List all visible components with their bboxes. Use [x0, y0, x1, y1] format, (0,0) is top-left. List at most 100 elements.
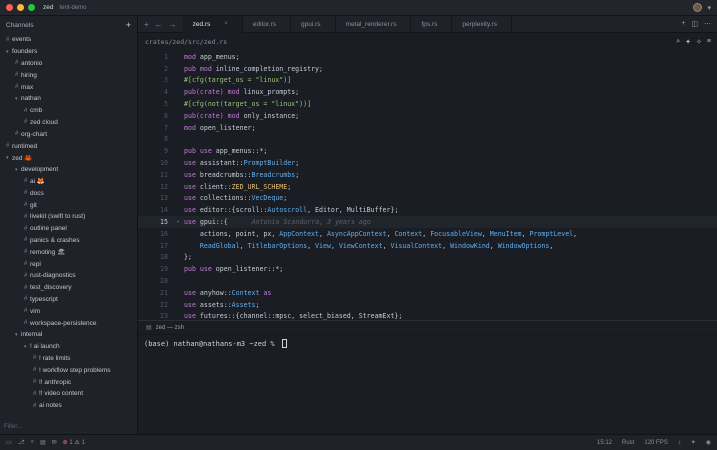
channel-item[interactable]: # max [0, 81, 137, 93]
channel-item[interactable]: # outline panel [0, 223, 137, 235]
plus-icon[interactable]: + [126, 20, 131, 30]
channel-item[interactable]: # panics & crashes [0, 235, 137, 247]
code-line[interactable]: 2 pub mod inline_completion_registry; [138, 63, 717, 75]
code-line[interactable]: 4 pub(crate) mod linux_prompts; [138, 86, 717, 98]
bell-icon[interactable]: ♪ [678, 440, 681, 446]
tab-perplexity-rs[interactable]: perplexity.rs [452, 15, 512, 33]
close-window-button[interactable] [6, 4, 13, 11]
channel-filter-input[interactable]: Filter... [4, 424, 22, 430]
git-icon[interactable]: ⎇ [18, 439, 25, 446]
code-line[interactable]: 20 [138, 275, 717, 287]
code-line[interactable]: 1 mod app_menus; [138, 51, 717, 63]
channel-item[interactable]: # runtimed [0, 140, 137, 152]
tab-metal-renderer-rs[interactable]: metal_renderer.rs [336, 15, 412, 33]
channel-item[interactable]: ▾ zed 🦀 [0, 152, 137, 164]
tab-gpui-rs[interactable]: gpui.rs [291, 15, 336, 33]
channel-item[interactable]: # livekit (swift to rust) [0, 211, 137, 223]
branch-name[interactable]: tent-demo [59, 5, 86, 11]
back-icon[interactable]: ← [155, 20, 163, 29]
channel-item[interactable]: # workspace-persistence [0, 317, 137, 329]
channel-item[interactable]: # hiring [0, 69, 137, 81]
plus-icon[interactable]: + [144, 20, 149, 29]
inline-blame[interactable]: Antonio Scandurra, 3 years ago [252, 218, 371, 226]
chat-icon[interactable]: ✉ [52, 439, 57, 446]
channel-item[interactable]: # ai notes [0, 400, 137, 412]
assistant-icon[interactable]: ✦ [691, 439, 696, 446]
code-line[interactable]: 8 [138, 134, 717, 146]
code-line[interactable]: 10 use assistant::PromptBuilder; [138, 157, 717, 169]
channel-item[interactable]: # docs [0, 187, 137, 199]
channel-item[interactable]: # remoting 🏖 [0, 246, 137, 258]
collab-icon[interactable]: ◉ [706, 439, 711, 446]
channel-item[interactable]: ▾! ai launch [0, 341, 137, 353]
panel-toggle-icon[interactable]: ▭ [6, 439, 12, 446]
code-line[interactable]: 11 use breadcrumbs::Breadcrumbs; [138, 169, 717, 181]
channel-item[interactable]: # events [0, 34, 137, 46]
channel-item[interactable]: #! workflow step problems [0, 364, 137, 376]
terminal-icon[interactable]: ▤ [40, 439, 46, 446]
zoom-window-button[interactable] [28, 4, 35, 11]
project-name[interactable]: zed [43, 4, 53, 11]
channel-item[interactable]: # ai 🦊 [0, 176, 137, 188]
channel-item[interactable]: #!! anthropic [0, 376, 137, 388]
channel-item[interactable]: ▾ internal [0, 329, 137, 341]
tab-zed-rs[interactable]: zed.rs × [182, 15, 243, 33]
channel-item[interactable]: #!! video content [0, 388, 137, 400]
language-selector[interactable]: Rust [622, 440, 634, 446]
channel-item[interactable]: # vim [0, 305, 137, 317]
channel-item[interactable]: # rust-diagnostics [0, 270, 137, 282]
code-line[interactable]: 5 #[cfg(not(target_os = "linux"))] [138, 98, 717, 110]
channel-item[interactable]: #! rate limits [0, 353, 137, 365]
code-line[interactable]: 16 actions, point, px, AppContext, Async… [138, 228, 717, 240]
minimize-window-button[interactable] [17, 4, 24, 11]
breadcrumb[interactable]: crates/zed/src/zed.rs [145, 38, 227, 46]
code-token: #[cfg(not(target_os = "linux"))] [184, 100, 312, 109]
channel-item[interactable]: # zed cloud [0, 117, 137, 129]
code-line[interactable]: 15 ▾ use gpui::{Antonio Scandurra, 3 years… [138, 216, 717, 228]
channel-item[interactable]: ▾ nathan [0, 93, 137, 105]
new-tab-icon[interactable]: + [681, 20, 685, 28]
code-line[interactable]: 14 use editor::{scroll::Autoscroll, Edito… [138, 204, 717, 216]
more-icon[interactable]: ⋯ [704, 20, 711, 28]
code-line[interactable]: 21 use anyhow::Context as [138, 287, 717, 299]
code-editor[interactable]: 1 mod app_menus; 2 pub mod inline_completio… [138, 51, 717, 320]
channel-item[interactable]: ▾ founders [0, 46, 137, 58]
channel-item[interactable]: # typescript [0, 294, 137, 306]
search-icon[interactable]: ⌕ [31, 439, 34, 446]
menu-icon[interactable]: ≡ [707, 38, 711, 46]
close-icon[interactable]: × [224, 21, 228, 27]
code-line[interactable]: 19 pub use open_listener::*; [138, 263, 717, 275]
tab-editor-rs[interactable]: editor.rs [243, 15, 292, 33]
code-line[interactable]: 7 mod open_listener; [138, 122, 717, 134]
channel-item[interactable]: # org-chart [0, 128, 137, 140]
channel-item[interactable]: # cmb [0, 105, 137, 117]
channel-item[interactable]: # test_discovery [0, 282, 137, 294]
terminal-prompt-line[interactable]: (base) nathan@nathans-m3 ~zed % [138, 335, 717, 352]
code-line[interactable]: 23 use futures::{channel::mpsc, select_bi… [138, 311, 717, 320]
inline-assist-icon[interactable]: ✦ [685, 38, 691, 46]
code-line[interactable]: 12 use client::ZED_URL_SCHEME; [138, 181, 717, 193]
channel-item[interactable]: # antonio [0, 58, 137, 70]
code-line[interactable]: 6 pub(crate) mod only_instance; [138, 110, 717, 122]
code-line[interactable]: 18}; [138, 252, 717, 264]
sparkle-icon[interactable]: ✧ [696, 38, 702, 46]
terminal-panel[interactable]: ▤ zed — zsh (base) nathan@nathans-m3 ~ze… [138, 320, 717, 434]
tab-fps-rs[interactable]: fps.rs [411, 15, 453, 33]
avatar[interactable] [693, 3, 703, 12]
code-line[interactable]: 17 ReadGlobal, TitlebarOptions, View, Vi… [138, 240, 717, 252]
chevron-down-icon[interactable]: ▾ [707, 4, 711, 12]
code-line[interactable]: 9 pub use app_menus::*; [138, 145, 717, 157]
channel-item[interactable]: ▾ development [0, 164, 137, 176]
split-pane-icon[interactable]: ◫ [691, 20, 698, 28]
code-line[interactable]: 22 use assets::Assets; [138, 299, 717, 311]
channel-item[interactable]: # repl [0, 258, 137, 270]
code-line[interactable]: 3 #[cfg(target_os = "linux")] [138, 75, 717, 87]
terminal-tab[interactable]: ▤ zed — zsh [138, 321, 717, 335]
forward-icon[interactable]: → [169, 20, 177, 29]
channel-item[interactable]: # git [0, 199, 137, 211]
cursor-position[interactable]: 15:12 [597, 440, 612, 446]
fold-icon[interactable]: ▾ [172, 219, 184, 225]
search-icon[interactable]: ⌕ [676, 38, 680, 46]
diagnostics-button[interactable]: ⊗ 1 ⚠ 1 [63, 439, 85, 446]
code-line[interactable]: 13 use collections::VecDeque; [138, 193, 717, 205]
